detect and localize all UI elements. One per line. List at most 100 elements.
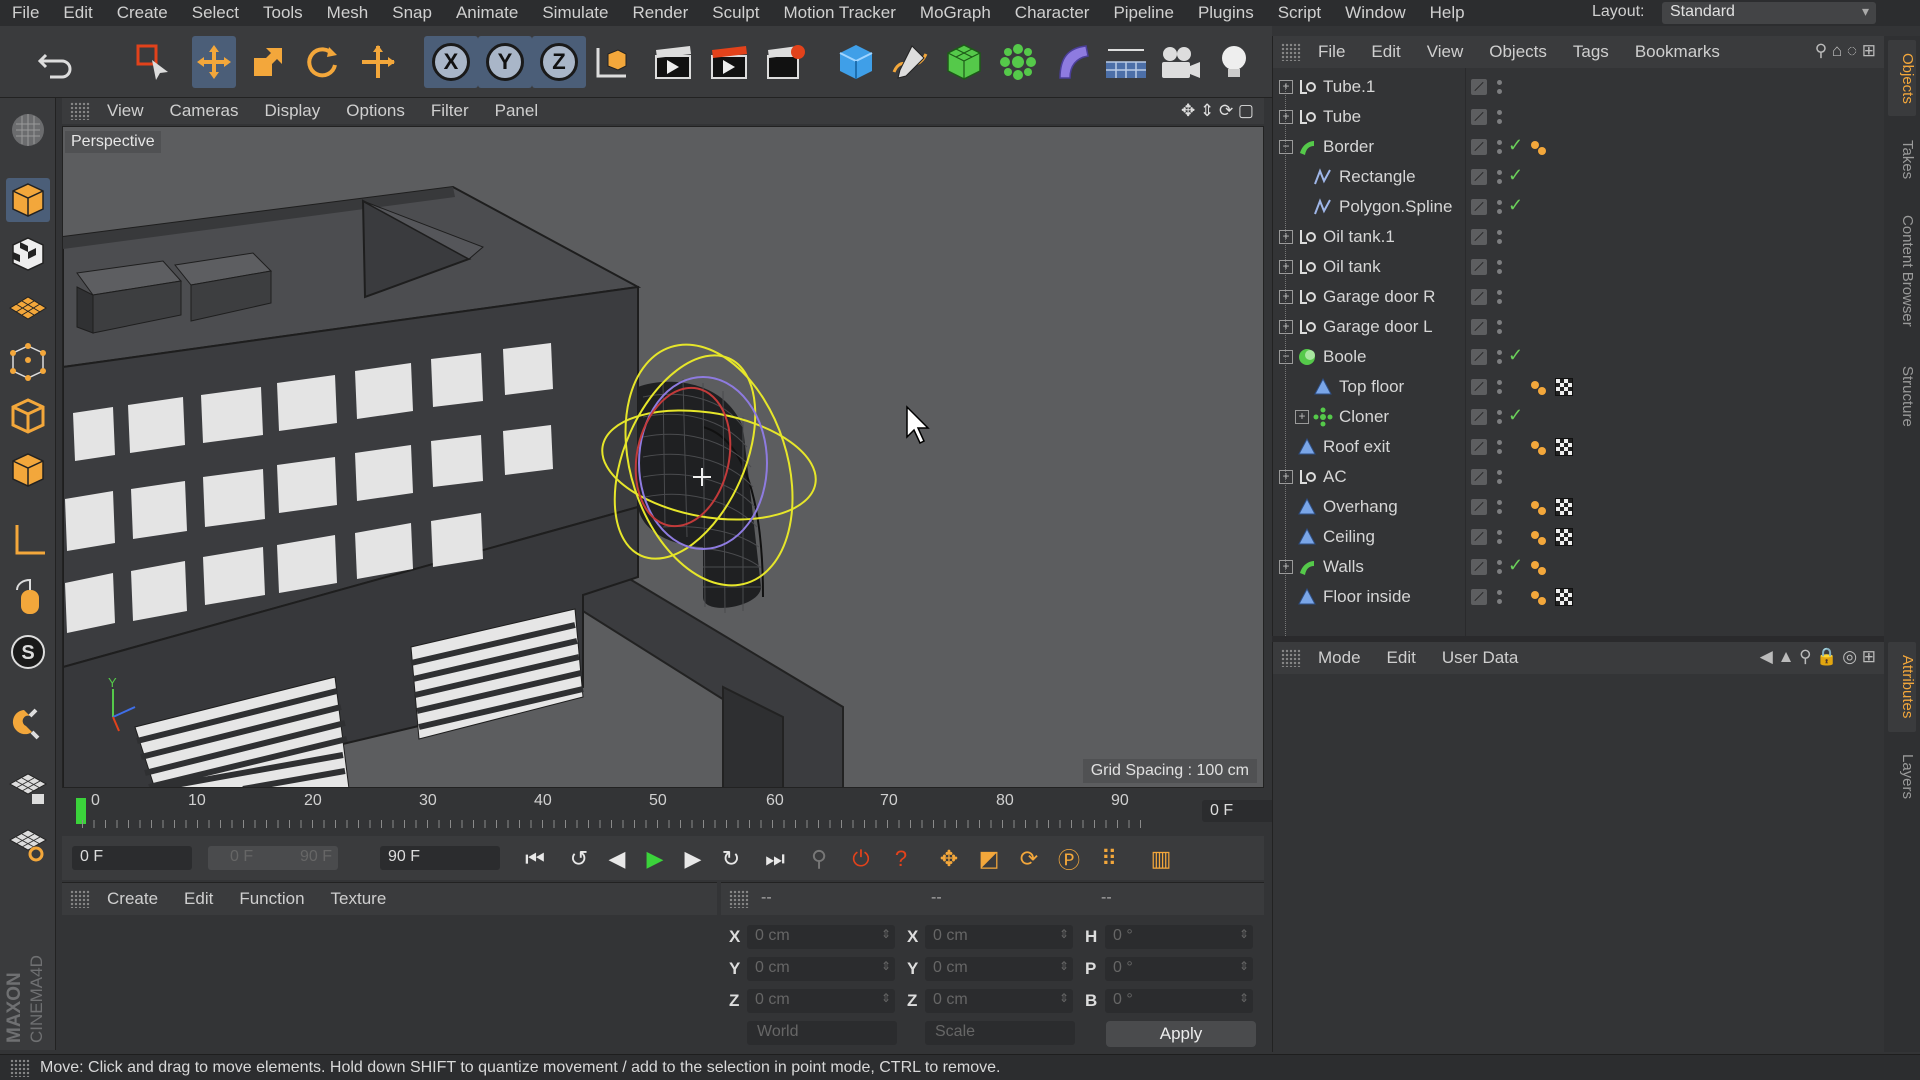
object-row-oil-tank-1[interactable]: + Oil tank.1 xyxy=(1273,222,1885,252)
rot-h-field[interactable]: 0 ° xyxy=(1105,925,1253,949)
tab-objects[interactable]: Objects xyxy=(1888,40,1916,116)
material-menu-texture[interactable]: Texture xyxy=(318,889,400,909)
phong-tag-icon[interactable] xyxy=(1529,560,1547,576)
move-tool-button[interactable] xyxy=(192,36,236,88)
expand-toggle[interactable]: + xyxy=(1279,560,1293,574)
object-name[interactable]: Roof exit xyxy=(1323,437,1390,457)
record-keys-button[interactable]: ⚲ xyxy=(802,842,836,876)
pen-spline-button[interactable] xyxy=(888,36,932,88)
object-name[interactable]: Tube xyxy=(1323,107,1361,127)
floor-object-button[interactable] xyxy=(1104,36,1148,88)
size-z-field[interactable]: 0 cm xyxy=(925,989,1073,1013)
material-tag-icon[interactable] xyxy=(1555,528,1573,546)
enabled-check-icon[interactable]: ✓ xyxy=(1508,405,1523,426)
enabled-check-icon[interactable]: ✓ xyxy=(1508,195,1523,216)
material-menu-edit[interactable]: Edit xyxy=(171,889,226,909)
object-row-top-floor[interactable]: Top floor xyxy=(1273,372,1885,402)
menu-snap[interactable]: Snap xyxy=(380,3,444,23)
z-axis-lock-button[interactable]: Z xyxy=(532,36,586,88)
render-picture-viewer-button[interactable] xyxy=(708,36,752,88)
menu-select[interactable]: Select xyxy=(180,3,251,23)
end-frame-field[interactable]: 90 F xyxy=(380,846,500,870)
menu-motion-tracker[interactable]: Motion Tracker xyxy=(771,3,907,23)
menu-mograph[interactable]: MoGraph xyxy=(908,3,1003,23)
layer-color-box[interactable] xyxy=(1471,289,1487,305)
go-to-start-button[interactable]: ⏮ xyxy=(518,842,552,876)
camera-object-button[interactable] xyxy=(1158,36,1202,88)
om-header-icons[interactable]: ⚲ ⌂ ◌ ⊞ xyxy=(1815,41,1876,61)
transform-tool-button[interactable] xyxy=(356,36,400,88)
expand-toggle[interactable]: + xyxy=(1295,410,1309,424)
edges-mode-button[interactable] xyxy=(6,394,50,438)
object-name[interactable]: Overhang xyxy=(1323,497,1398,517)
enabled-check-icon[interactable]: ✓ xyxy=(1508,165,1523,186)
object-name[interactable]: Floor inside xyxy=(1323,587,1411,607)
record-active-objects-button[interactable]: ⏻ xyxy=(844,842,878,876)
object-name[interactable]: Walls xyxy=(1323,557,1364,577)
object-name[interactable]: Ceiling xyxy=(1323,527,1375,547)
record-scale-button[interactable]: ◩ xyxy=(972,842,1006,876)
layer-color-box[interactable] xyxy=(1471,349,1487,365)
attr-header-icons[interactable]: ◀ ▲ ⚲ 🔒 ◎ ⊞ xyxy=(1760,647,1876,667)
object-row-border[interactable]: − Border ✓ xyxy=(1273,132,1885,162)
start-frame-field[interactable]: 0 F xyxy=(72,846,192,870)
object-row-polygon-spline[interactable]: Polygon.Spline ✓ xyxy=(1273,192,1885,222)
tab-layers[interactable]: Layers xyxy=(1888,742,1916,812)
layer-color-box[interactable] xyxy=(1471,529,1487,545)
menu-tools[interactable]: Tools xyxy=(251,3,315,23)
menu-sculpt[interactable]: Sculpt xyxy=(700,3,771,23)
menu-mesh[interactable]: Mesh xyxy=(315,3,381,23)
object-row-garage-door-l[interactable]: + Garage door L xyxy=(1273,312,1885,342)
layer-color-box[interactable] xyxy=(1471,199,1487,215)
layer-color-box[interactable] xyxy=(1471,259,1487,275)
viewport-menu-view[interactable]: View xyxy=(94,101,157,121)
apply-button[interactable]: Apply xyxy=(1106,1021,1256,1047)
preview-range-slider[interactable]: 0 F 90 F xyxy=(208,846,338,870)
object-row-roof-exit[interactable]: Roof exit xyxy=(1273,432,1885,462)
tweak-mode-button[interactable] xyxy=(6,574,50,618)
snap-toggle-button[interactable] xyxy=(6,700,50,744)
om-menu-view[interactable]: View xyxy=(1414,42,1477,62)
tab-attributes[interactable]: Attributes xyxy=(1888,642,1916,732)
quantize-button[interactable] xyxy=(6,820,50,864)
expand-toggle[interactable]: + xyxy=(1279,260,1293,274)
viewport-menu-panel[interactable]: Panel xyxy=(482,101,551,121)
menu-edit[interactable]: Edit xyxy=(51,3,104,23)
workplane-mode-button[interactable] xyxy=(6,286,50,330)
viewport-menu-options[interactable]: Options xyxy=(333,101,418,121)
enabled-check-icon[interactable]: ✓ xyxy=(1508,555,1523,576)
autokeying-button[interactable]: ? xyxy=(884,842,918,876)
previous-key-button[interactable]: ↺ xyxy=(562,842,596,876)
y-axis-lock-button[interactable]: Y xyxy=(478,36,532,88)
object-row-tube[interactable]: + Tube xyxy=(1273,102,1885,132)
object-row-oil-tank[interactable]: + Oil tank xyxy=(1273,252,1885,282)
object-row-garage-door-r[interactable]: + Garage door R xyxy=(1273,282,1885,312)
coordinate-system-dropdown[interactable]: World xyxy=(747,1021,897,1045)
next-key-button[interactable]: ↻ xyxy=(714,842,748,876)
viewport-menu-display[interactable]: Display xyxy=(252,101,334,121)
make-editable-button[interactable] xyxy=(6,108,50,152)
pos-z-field[interactable]: 0 cm xyxy=(747,989,895,1013)
timeline-window-button[interactable]: ▥ xyxy=(1144,842,1178,876)
polygons-mode-button[interactable] xyxy=(6,448,50,492)
menu-create[interactable]: Create xyxy=(105,3,180,23)
visibility-dots[interactable] xyxy=(1497,78,1503,96)
visibility-dots[interactable] xyxy=(1497,168,1503,186)
live-selection-button[interactable] xyxy=(132,36,176,88)
object-name[interactable]: Top floor xyxy=(1339,377,1404,397)
subdivision-surface-button[interactable] xyxy=(942,36,986,88)
visibility-dots[interactable] xyxy=(1497,498,1503,516)
visibility-dots[interactable] xyxy=(1497,138,1503,156)
menu-render[interactable]: Render xyxy=(620,3,700,23)
expand-toggle[interactable]: + xyxy=(1279,470,1293,484)
layer-color-box[interactable] xyxy=(1471,439,1487,455)
object-name[interactable]: Border xyxy=(1323,137,1374,157)
viewport-menu-cameras[interactable]: Cameras xyxy=(157,101,252,121)
material-tag-icon[interactable] xyxy=(1555,588,1573,606)
layer-color-box[interactable] xyxy=(1471,229,1487,245)
material-tag-icon[interactable] xyxy=(1555,498,1573,516)
visibility-dots[interactable] xyxy=(1497,108,1503,126)
visibility-dots[interactable] xyxy=(1497,288,1503,306)
size-x-field[interactable]: 0 cm xyxy=(925,925,1073,949)
layer-color-box[interactable] xyxy=(1471,559,1487,575)
